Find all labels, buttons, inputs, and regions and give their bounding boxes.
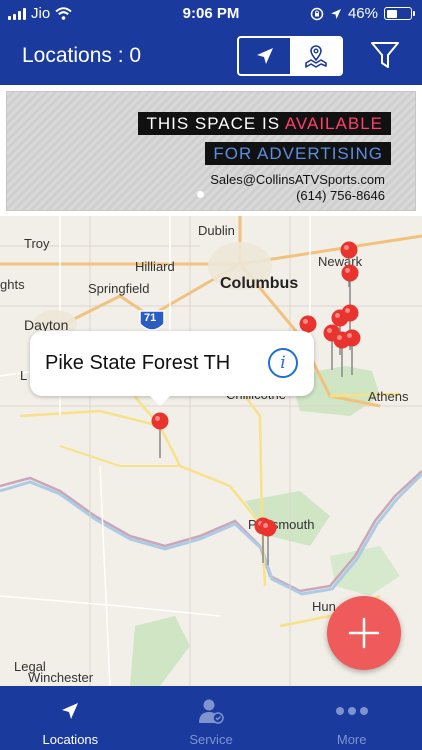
city-label: Hilliard — [135, 259, 175, 274]
city-label: Springfield — [88, 281, 150, 296]
battery-percent: 46% — [347, 5, 378, 22]
plus-icon — [348, 617, 380, 649]
status-bar: Jio 9:06 PM 46% — [0, 0, 422, 28]
ad-headline: THIS SPACE IS AVAILABLE — [138, 112, 391, 135]
callout-title: Pike State Forest TH — [45, 352, 231, 374]
tab-bar: Locations Service More — [0, 686, 422, 750]
info-icon[interactable]: i — [268, 348, 298, 378]
top-bar: Jio 9:06 PM 46% Locations : 0 — [0, 0, 422, 85]
funnel-icon — [371, 42, 399, 68]
location-services-icon — [330, 8, 341, 19]
filter-button[interactable] — [368, 38, 402, 72]
orientation-lock-icon — [310, 7, 324, 20]
map-toggle[interactable] — [290, 38, 341, 74]
city-label: ghts — [0, 277, 25, 292]
city-label: Troy — [24, 236, 50, 251]
add-location-button[interactable] — [327, 596, 401, 670]
city-label: L — [20, 368, 28, 383]
ad-email: Sales@CollinsATVSports.com — [210, 172, 385, 187]
page-title: Locations : 0 — [22, 44, 142, 67]
location-callout[interactable]: Pike State Forest TH i — [30, 331, 314, 406]
service-person-icon — [199, 699, 224, 724]
navigate-toggle[interactable] — [239, 38, 290, 74]
interstate-number: 71 — [144, 312, 157, 324]
tab-more[interactable]: More — [281, 686, 422, 750]
ad-phone: (614) 756-8646 — [296, 188, 385, 203]
map-pin[interactable] — [150, 412, 170, 458]
map-icon — [304, 45, 327, 68]
tab-label: Service — [189, 732, 233, 747]
battery-icon — [384, 7, 415, 20]
tab-label: Locations — [42, 732, 99, 747]
view-toggle — [237, 36, 343, 76]
ad-headline-prefix: THIS SPACE IS — [146, 114, 281, 133]
navigate-icon — [256, 48, 273, 64]
more-dots-icon — [335, 707, 368, 715]
city-label: Athens — [368, 389, 409, 404]
map-pin[interactable] — [258, 519, 278, 565]
map-pin[interactable] — [342, 329, 362, 375]
city-label: Columbus — [220, 275, 299, 292]
tab-label: More — [336, 732, 367, 747]
ad-banner[interactable]: THIS SPACE IS AVAILABLE FOR ADVERTISING … — [6, 91, 416, 211]
location-arrow-icon — [62, 703, 79, 719]
city-label: Winchester — [28, 670, 94, 685]
tab-locations[interactable]: Locations — [0, 686, 141, 750]
city-label: Dublin — [198, 223, 235, 238]
tab-service[interactable]: Service — [141, 686, 282, 750]
ad-page-indicator — [197, 191, 204, 198]
ad-headline-highlight: AVAILABLE — [284, 114, 383, 133]
ad-subheadline: FOR ADVERTISING — [205, 142, 391, 165]
